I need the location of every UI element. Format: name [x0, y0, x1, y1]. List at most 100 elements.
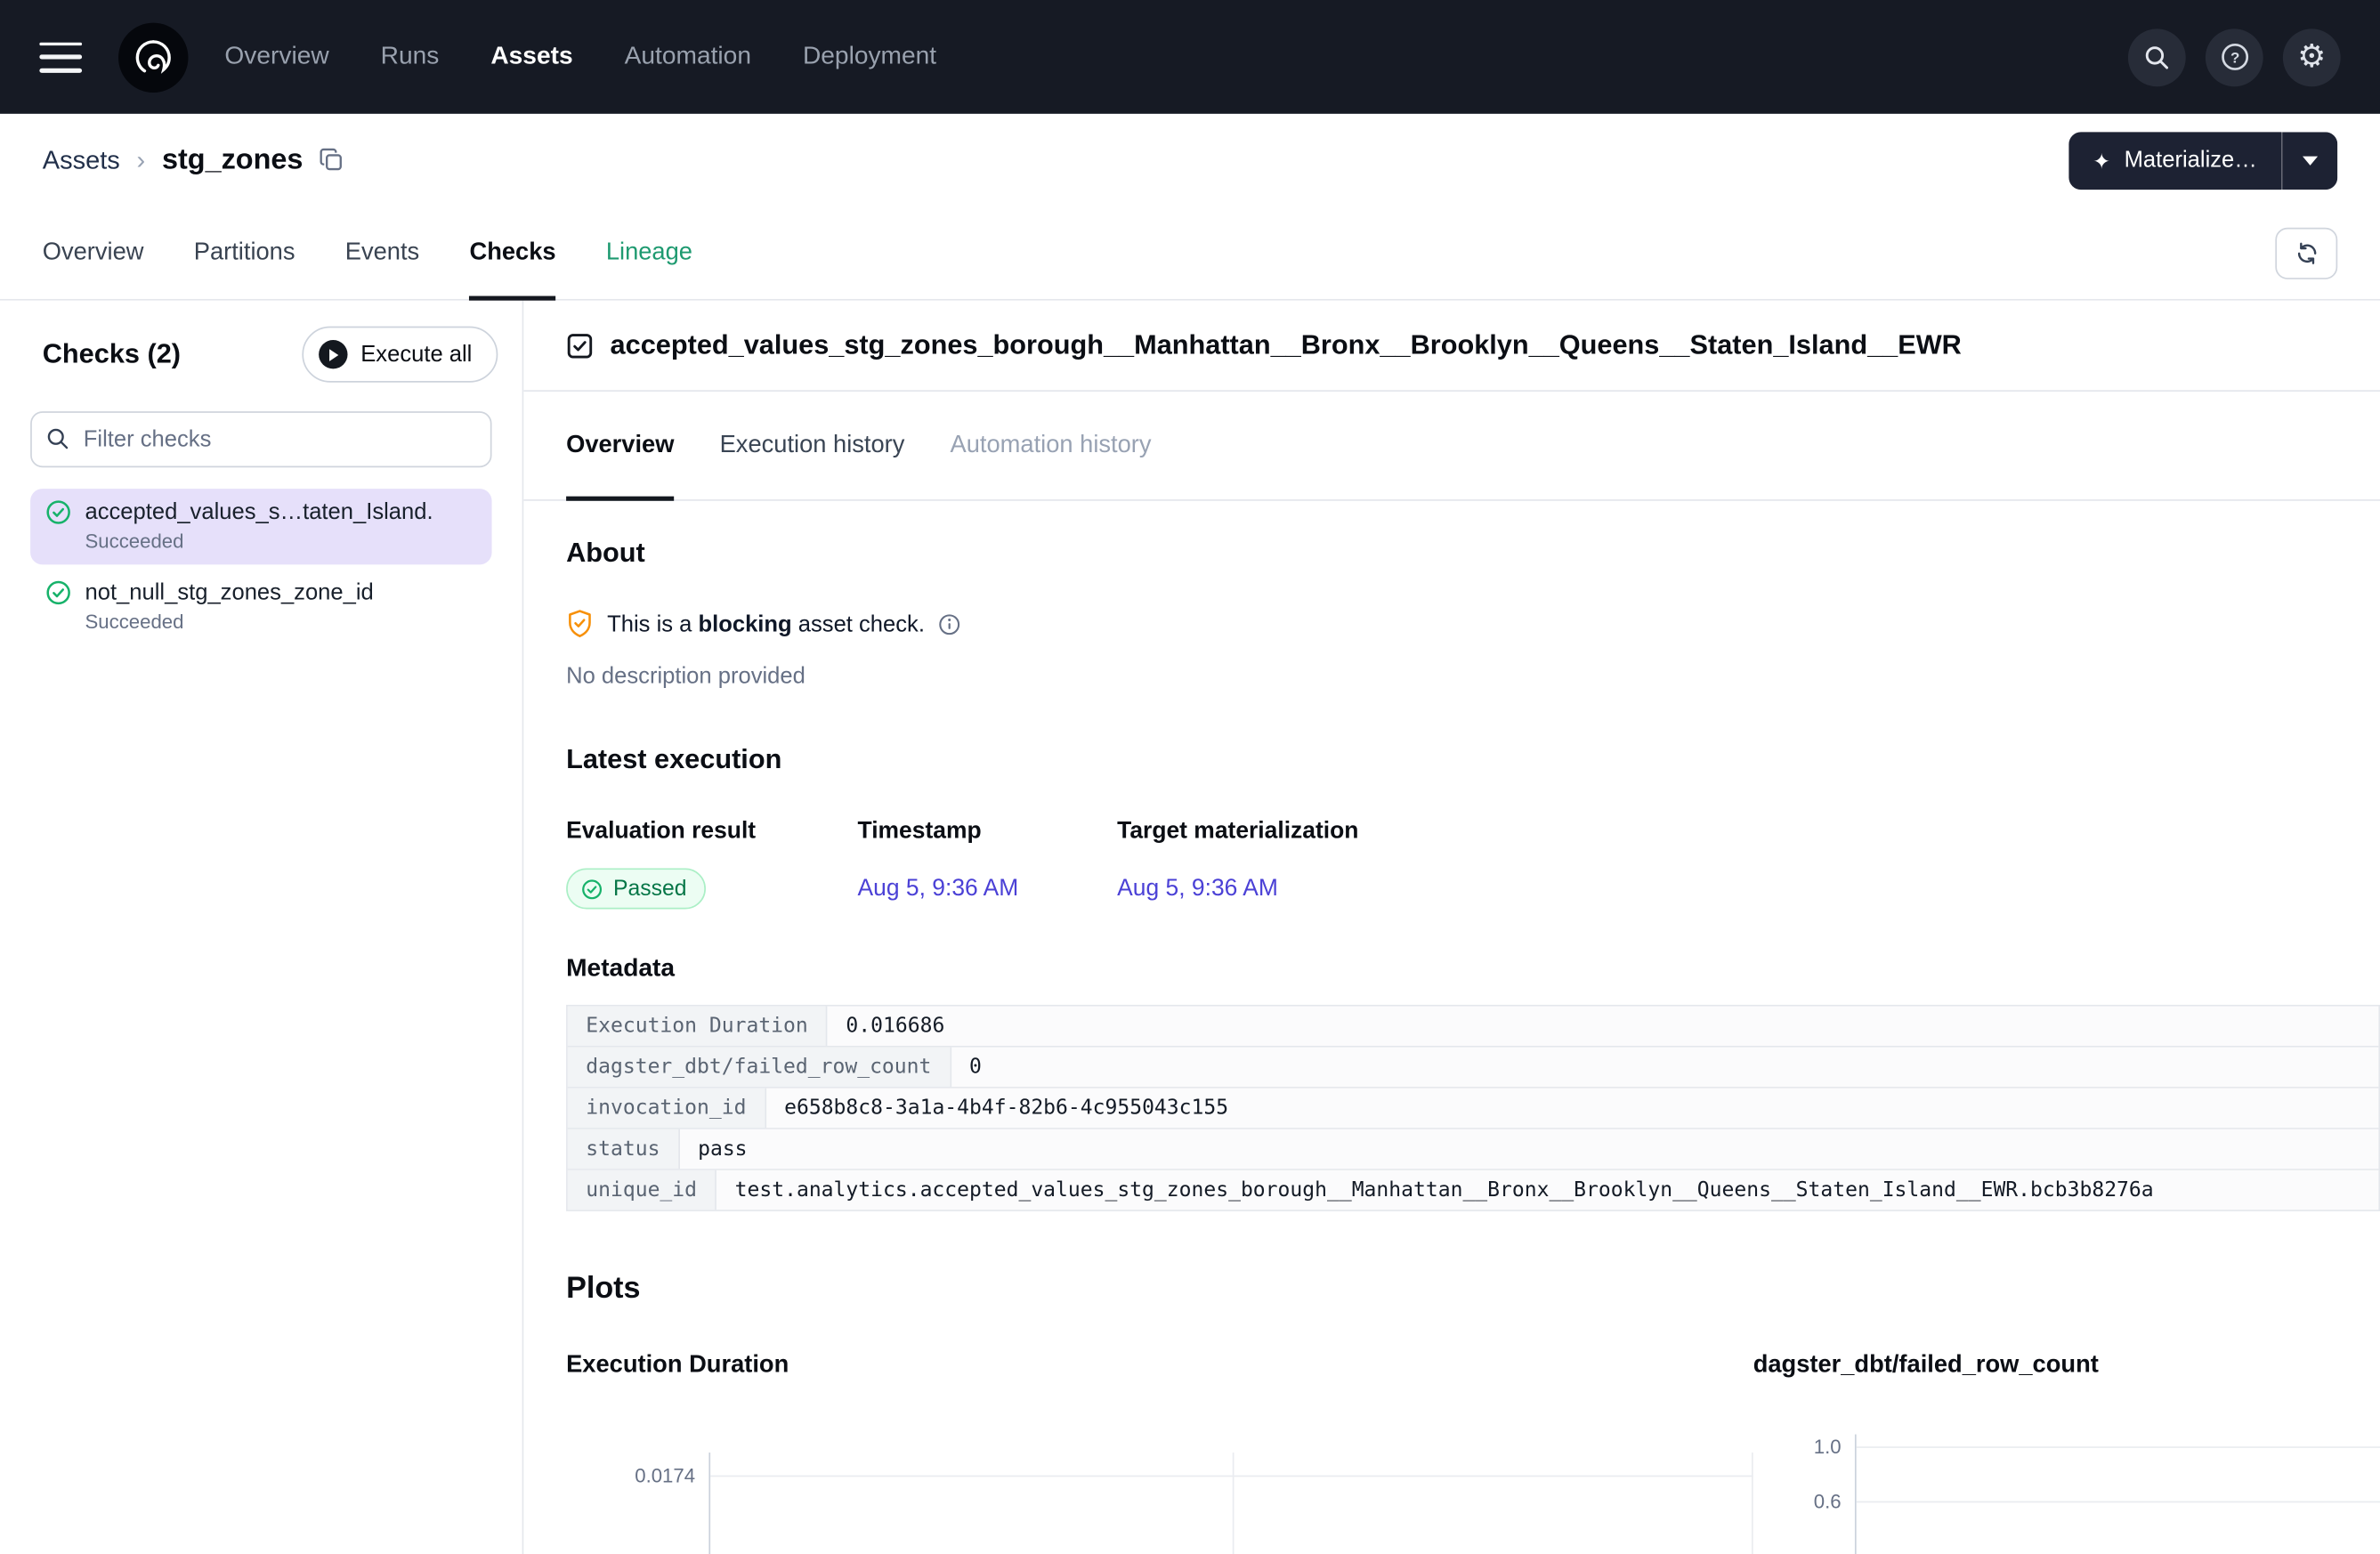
tab-events[interactable]: Events [345, 206, 419, 299]
list-item-not-null-check[interactable]: not_null_stg_zones_zone_id Succeeded [30, 570, 491, 645]
shield-check-icon [566, 609, 594, 639]
check-name: accepted_values_s…taten_Island. [85, 499, 477, 525]
tab-checks[interactable]: Checks [469, 206, 555, 299]
blocking-note: This is a blocking asset check. [566, 609, 2380, 639]
content: Checks (2) Execute all [0, 301, 2380, 1554]
check-detail-tabs: Overview Execution history Automation hi… [523, 392, 2380, 501]
latest-execution-section: Latest execution Evaluation result Times… [523, 744, 2380, 1211]
nav-item-overview[interactable]: Overview [224, 43, 328, 71]
metadata-value: test.analytics.accepted_values_stg_zones… [716, 1170, 2378, 1210]
checks-count-title: Checks (2) [43, 338, 181, 370]
settings-button[interactable]: ⚙ [2283, 28, 2341, 86]
search-icon [45, 426, 69, 458]
tab-lineage[interactable]: Lineage [606, 206, 692, 299]
check-status: Succeeded [85, 611, 477, 634]
materialize-dropdown-button[interactable] [2281, 132, 2337, 190]
chart-title: dagster_dbt/failed_row_count [1753, 1352, 2380, 1380]
svg-text:?: ? [2230, 49, 2238, 66]
table-row: invocation_id e658b8c8-3a1a-4b4f-82b6-4c… [568, 1089, 2378, 1129]
asset-check-icon [566, 332, 594, 360]
latest-execution-table: Evaluation result Timestamp Target mater… [566, 818, 2380, 909]
nav-item-runs[interactable]: Runs [381, 43, 440, 71]
check-status: Succeeded [85, 530, 477, 553]
menu-icon[interactable] [39, 42, 82, 72]
info-icon[interactable] [938, 612, 961, 635]
y-tick: 0.6 [1814, 1490, 1842, 1513]
metadata-heading: Metadata [566, 955, 2380, 983]
plots-heading: Plots [566, 1272, 2380, 1307]
metadata-table: Execution Duration 0.016686 dagster_dbt/… [566, 1005, 2380, 1211]
metadata-key: dagster_dbt/failed_row_count [568, 1048, 951, 1087]
execute-all-button[interactable]: Execute all [302, 327, 498, 383]
y-axis: 1.0 0.6 [1753, 1435, 1855, 1554]
breadcrumb: Assets › stg_zones ✦ Materialize… [0, 114, 2380, 206]
filter-checks-input[interactable] [30, 411, 491, 467]
nav-item-automation[interactable]: Automation [625, 43, 751, 71]
nav-item-assets[interactable]: Assets [490, 43, 572, 71]
refresh-button[interactable] [2275, 227, 2337, 279]
metadata-value: e658b8c8-3a1a-4b4f-82b6-4c955043c155 [766, 1089, 2379, 1128]
top-nav-actions: ? ⚙ [2128, 28, 2341, 86]
refresh-icon [2295, 240, 2319, 264]
check-list: accepted_values_s…taten_Island. Succeede… [0, 480, 522, 654]
metadata-value: 0.016686 [828, 1007, 2378, 1046]
metadata-value: 0 [951, 1048, 2379, 1087]
gear-icon: ⚙ [2297, 41, 2326, 73]
table-row: status pass [568, 1129, 2378, 1170]
breadcrumb-assets-link[interactable]: Assets [43, 145, 120, 175]
tab-overview[interactable]: Overview [43, 206, 144, 299]
tab-partitions[interactable]: Partitions [194, 206, 295, 299]
success-check-icon [45, 579, 71, 605]
column-header-target-materialization: Target materialization [1117, 818, 1358, 846]
tab-check-overview[interactable]: Overview [566, 392, 674, 499]
blocking-text: This is a blocking asset check. [607, 611, 925, 636]
materialize-label: Materialize… [2125, 147, 2257, 173]
check-detail-panel: accepted_values_stg_zones_borough__Manha… [523, 301, 2380, 1554]
chart-execution-duration: Execution Duration 0.0174 [566, 1352, 1753, 1554]
search-button[interactable] [2128, 28, 2186, 86]
copy-icon [318, 147, 344, 173]
check-detail-header: accepted_values_stg_zones_borough__Manha… [523, 301, 2380, 392]
search-icon [2143, 44, 2171, 71]
execute-all-label: Execute all [360, 342, 472, 368]
top-nav-items: Overview Runs Assets Automation Deployme… [224, 43, 936, 71]
top-nav: Overview Runs Assets Automation Deployme… [0, 0, 2380, 114]
status-badge-label: Passed [613, 877, 686, 901]
tab-automation-history: Automation history [951, 392, 1152, 499]
play-icon [318, 340, 346, 368]
dagster-app: Overview Runs Assets Automation Deployme… [0, 0, 2380, 1554]
filter-checks [30, 411, 491, 467]
help-icon: ? [2218, 41, 2250, 73]
success-check-icon [45, 499, 71, 525]
chart-title: Execution Duration [566, 1352, 1753, 1380]
dagster-logo[interactable] [118, 22, 188, 92]
help-button[interactable]: ? [2206, 28, 2263, 86]
metadata-key: status [568, 1129, 680, 1169]
nav-item-deployment[interactable]: Deployment [803, 43, 936, 71]
timestamp-link[interactable]: Aug 5, 9:36 AM [858, 875, 1019, 902]
chevron-down-icon [2303, 156, 2318, 165]
metadata-key: unique_id [568, 1170, 716, 1210]
materialize-button[interactable]: ✦ Materialize… [2068, 132, 2281, 190]
latest-execution-heading: Latest execution [566, 744, 2380, 776]
about-section: About This is a blocking asset check. No… [523, 538, 2380, 690]
sparkle-icon: ✦ [2093, 150, 2110, 171]
no-description-text: No description provided [566, 663, 2380, 689]
column-header-evaluation-result: Evaluation result [566, 818, 756, 846]
plots-section: Plots Execution Duration 0.0174 [523, 1272, 2380, 1554]
list-item-accepted-values-check[interactable]: accepted_values_s…taten_Island. Succeede… [30, 489, 491, 564]
check-name: not_null_stg_zones_zone_id [85, 579, 477, 605]
tab-execution-history[interactable]: Execution history [720, 392, 905, 499]
target-materialization-link[interactable]: Aug 5, 9:36 AM [1117, 875, 1278, 902]
checks-sidebar: Checks (2) Execute all [0, 301, 523, 1554]
asset-tabs: Overview Partitions Events Checks Lineag… [0, 206, 2380, 301]
breadcrumb-chevron-icon: › [137, 145, 146, 175]
metadata-value: pass [680, 1129, 2379, 1169]
check-detail-title: accepted_values_stg_zones_borough__Manha… [611, 329, 1962, 361]
table-row: unique_id test.analytics.accepted_values… [568, 1170, 2378, 1210]
copy-button[interactable] [318, 147, 344, 173]
y-tick: 0.0174 [635, 1464, 695, 1487]
octopus-icon [131, 34, 176, 79]
table-row: dagster_dbt/failed_row_count 0 [568, 1048, 2378, 1089]
y-axis: 0.0174 [566, 1453, 708, 1554]
